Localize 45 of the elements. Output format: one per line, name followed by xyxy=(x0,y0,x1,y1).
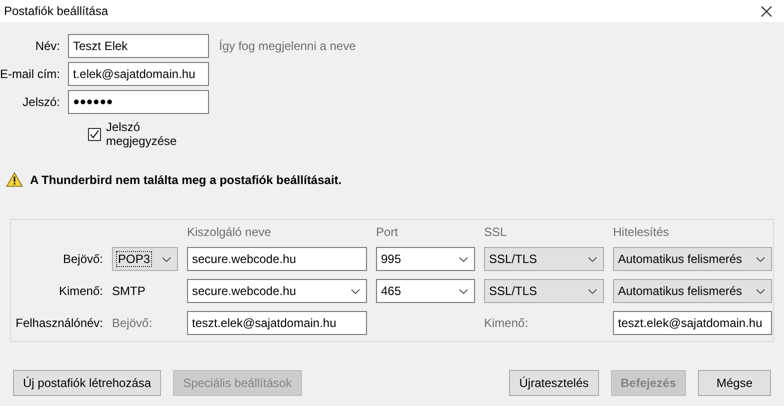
dialog-button[interactable]: Új postafiók létrehozása xyxy=(13,370,162,396)
port-combo-box[interactable]: 995 xyxy=(376,247,475,271)
field-label: Jelszó: xyxy=(22,95,60,109)
username-field[interactable]: teszt.elek@sajatdomain.hu xyxy=(613,311,772,335)
column-header: Port xyxy=(376,225,400,239)
chevron-icon xyxy=(756,256,765,262)
chevron-icon xyxy=(588,256,597,262)
protocol-label: SMTP xyxy=(112,284,146,298)
warning-message: A Thunderbird nem találta meg a postafiók beállításait. xyxy=(30,172,342,186)
row-label: Bejövő: xyxy=(62,252,103,266)
input-field[interactable]: t.elek@sajatdomain.hu xyxy=(68,62,209,86)
server-combo-box[interactable]: secure.webcode.hu xyxy=(187,279,367,303)
ssl-dropdown[interactable]: SSL/TLS xyxy=(484,247,604,271)
row-label: Kimenő: xyxy=(58,284,103,298)
chevron-icon xyxy=(588,288,597,294)
warning-icon xyxy=(6,172,23,187)
chevron-icon xyxy=(162,256,171,262)
checkbox-label: Jelszó megjegyzése xyxy=(106,120,178,148)
close-icon[interactable] xyxy=(761,6,772,16)
input-field[interactable]: Teszt Elek xyxy=(68,34,209,58)
column-header: Kiszolgáló neve xyxy=(187,225,272,239)
field-label: E-mail cím: xyxy=(0,67,60,81)
chevron-icon xyxy=(351,288,360,294)
column-header: SSL xyxy=(484,225,508,239)
outgoing-label: Kimenő: xyxy=(484,316,530,330)
protocol-dropdown[interactable]: POP3 xyxy=(112,247,178,271)
chevron-icon xyxy=(756,288,765,294)
row-label: Felhasználónév: xyxy=(16,316,103,330)
column-header: Hitelesítés xyxy=(613,225,670,239)
password-field[interactable]: ●●●●●● xyxy=(68,90,209,114)
chevron-icon xyxy=(459,256,468,262)
incoming-label: Bejövő: xyxy=(112,316,154,330)
server-field[interactable]: secure.webcode.hu xyxy=(187,247,367,271)
window-title: Postafiók beállítása xyxy=(4,4,108,18)
auth-dropdown[interactable]: Automatikus felismerés xyxy=(613,247,772,271)
field-hint: Így fog megjelenni a neve xyxy=(219,39,356,53)
dialog-button[interactable]: Mégse xyxy=(698,370,771,396)
username-field[interactable]: teszt.elek@sajatdomain.hu xyxy=(187,311,367,335)
field-label: Név: xyxy=(35,39,60,53)
port-combo-box[interactable]: 465 xyxy=(376,279,475,303)
chevron-icon xyxy=(459,288,468,294)
auth-dropdown[interactable]: Automatikus felismerés xyxy=(613,279,772,303)
ssl-dropdown[interactable]: SSL/TLS xyxy=(484,279,604,303)
dialog-button[interactable]: Újratesztelés xyxy=(509,370,599,396)
checkbox[interactable] xyxy=(88,128,101,140)
